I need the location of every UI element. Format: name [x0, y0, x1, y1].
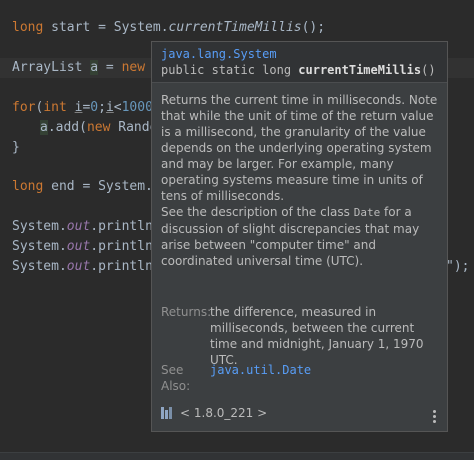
code-text: .add(: [47, 120, 87, 135]
type-name: ArrayList: [12, 60, 91, 75]
keyword: int: [43, 100, 67, 115]
see-also-label: See Also:: [161, 363, 191, 393]
doc-footer: < 1.8.0_221 >: [161, 406, 267, 420]
code-text: start = System.: [43, 20, 169, 35]
returns-section: Returns: the difference, measured in mil…: [161, 304, 445, 367]
keyword: long: [12, 20, 44, 35]
doc-text: See the description of the class: [161, 205, 354, 219]
doc-signature-header: java.lang.System public static long curr…: [152, 42, 447, 83]
see-also-value: java.util.Date: [210, 362, 445, 378]
code-text: ");: [446, 259, 470, 274]
code-text: ();: [301, 20, 326, 35]
code-text: System.: [12, 259, 67, 274]
code-text: end = System.: [43, 179, 153, 194]
package-name[interactable]: java.lang.System: [161, 47, 277, 61]
code-line-5[interactable]: }: [12, 140, 20, 156]
code-text: ;: [98, 100, 106, 115]
quick-documentation-popup[interactable]: java.lang.System public static long curr…: [151, 41, 448, 432]
jdk-version[interactable]: < 1.8.0_221 >: [180, 406, 267, 420]
code-line-3[interactable]: for(int i=0;i<100000: [12, 100, 169, 116]
code-line-9-end: ");: [446, 259, 469, 275]
code-line-6[interactable]: long end = System.cu: [12, 179, 169, 195]
static-field: out: [66, 219, 91, 234]
code-line-1[interactable]: long start = System.currentTimeMillis();: [12, 20, 325, 36]
doc-description: Returns the current time in milliseconds…: [161, 92, 443, 269]
code-line-4[interactable]: a.add(new Random: [40, 120, 165, 136]
more-options-icon[interactable]: [433, 410, 437, 424]
code-text: <: [113, 100, 122, 115]
keyword: long: [12, 179, 44, 194]
inline-code: Date: [353, 206, 381, 219]
keyword: new: [86, 120, 111, 135]
signature-method-name: currentTimeMillis: [298, 63, 422, 77]
code-line-7[interactable]: System.out.println(": [12, 219, 169, 235]
variable-highlight: a: [40, 120, 48, 135]
method-call[interactable]: currentTimeMillis: [169, 20, 302, 35]
library-icon: [161, 407, 175, 419]
code-line-8[interactable]: System.out.println(": [12, 239, 169, 255]
see-also-link[interactable]: java.util.Date: [210, 363, 311, 377]
code-line-9[interactable]: System.out.println(: [12, 259, 161, 275]
signature-modifiers: public static long: [161, 63, 299, 77]
code-text: }: [12, 140, 20, 155]
method-signature: public static long currentTimeMillis(): [161, 63, 436, 77]
keyword: new: [121, 60, 146, 75]
keyword: for: [12, 100, 36, 115]
doc-paragraph: Returns the current time in milliseconds…: [161, 93, 438, 203]
signature-params: (): [421, 63, 436, 77]
doc-paragraph: See the description of the class Date fo…: [161, 204, 443, 269]
variable-highlight: a: [90, 60, 99, 75]
code-line-2[interactable]: ArrayList a = new Ar: [12, 60, 169, 76]
static-field: out: [66, 259, 91, 274]
loop-variable: i: [105, 100, 114, 115]
see-also-section: See Also: java.util.Date: [161, 362, 445, 396]
number-literal: 0: [90, 100, 99, 115]
code-text: System.: [12, 239, 67, 254]
returns-label: Returns:: [161, 305, 212, 319]
code-text: System.: [12, 219, 67, 234]
static-field: out: [66, 239, 91, 254]
code-text: =: [98, 60, 122, 75]
returns-text: the difference, measured in milliseconds…: [210, 305, 424, 367]
